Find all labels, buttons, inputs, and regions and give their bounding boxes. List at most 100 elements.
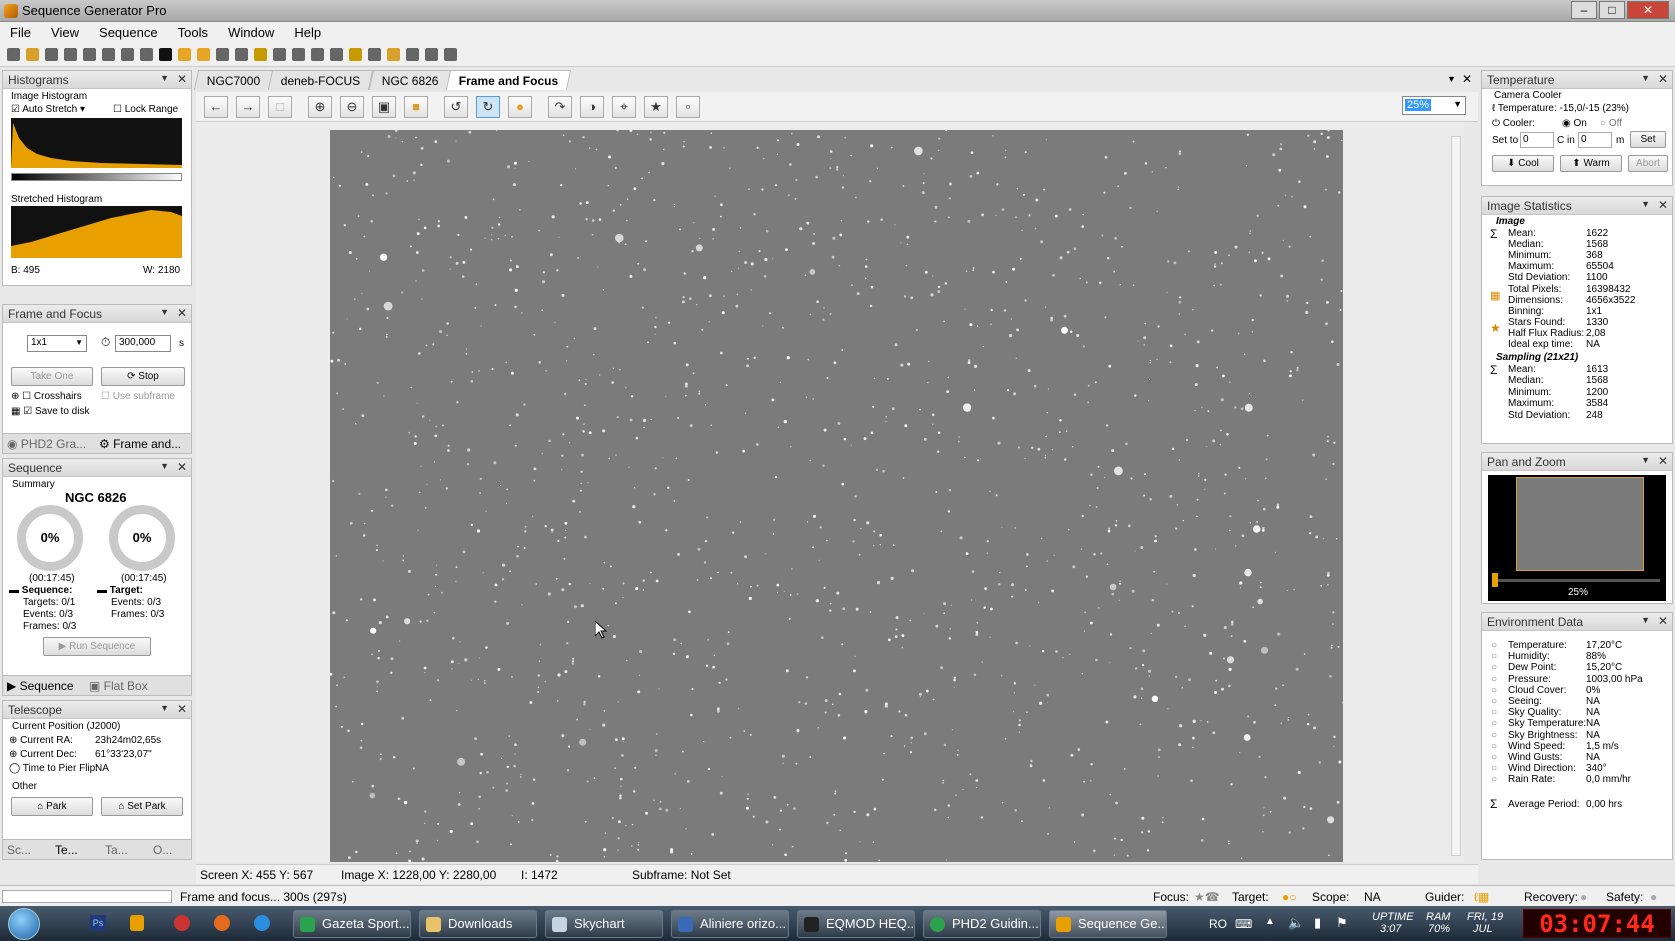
menu-window[interactable]: Window	[221, 22, 281, 43]
volume-icon[interactable]: 🔈	[1288, 915, 1304, 931]
clock-icon[interactable]	[330, 48, 343, 61]
take-one-button[interactable]: Take One	[11, 367, 93, 386]
contrast-icon[interactable]: ◑	[580, 96, 604, 118]
battery-icon[interactable]: ▮	[1314, 915, 1321, 931]
close-icon[interactable]: ✕	[177, 306, 187, 320]
tab-sequence[interactable]: ▶ Sequence	[7, 679, 74, 693]
sigma-icon[interactable]	[121, 48, 134, 61]
zoom-slider[interactable]	[1492, 579, 1660, 582]
warm-button[interactable]: ⬆ Warm	[1560, 155, 1622, 172]
run-sequence-button[interactable]: ▶ Run Sequence	[43, 637, 151, 656]
actual-size-icon[interactable]: ■	[404, 96, 428, 118]
tab-frame-and-focus[interactable]: Frame and Focus	[446, 70, 572, 90]
language-indicator[interactable]: RO	[1209, 917, 1227, 931]
telescope-icon[interactable]	[292, 48, 305, 61]
close-icon[interactable]: ✕	[1658, 198, 1668, 212]
tab-frame-focus[interactable]: ⚙ Frame and...	[99, 437, 181, 451]
close-icon[interactable]: ✕	[1658, 614, 1668, 628]
taskbar-sgp[interactable]: Sequence Ge...	[1049, 910, 1167, 938]
set-minutes-input[interactable]: 0	[1578, 132, 1612, 148]
play-icon[interactable]	[159, 48, 172, 61]
page-icon[interactable]: ▫	[676, 96, 700, 118]
zoom-in-icon[interactable]: ⊕	[308, 96, 332, 118]
rotator-icon[interactable]	[368, 48, 381, 61]
chart-icon[interactable]	[102, 48, 115, 61]
window-icon[interactable]: □	[268, 96, 292, 118]
tab-phd2[interactable]: ◉ PHD2 Gra...	[7, 437, 86, 451]
zoom-out-icon[interactable]: ⊖	[340, 96, 364, 118]
menu-help[interactable]: Help	[287, 22, 328, 43]
photoshop-icon[interactable]: Ps	[90, 915, 106, 931]
back-arrow-icon[interactable]: ←	[204, 96, 228, 118]
star-icon[interactable]: ★	[644, 96, 668, 118]
calendar-icon[interactable]	[83, 48, 96, 61]
tab-target[interactable]: Ta...	[105, 843, 128, 857]
pan-zoom-preview[interactable]: 25%	[1488, 475, 1666, 601]
menu-view[interactable]: View	[44, 22, 86, 43]
light-icon[interactable]	[349, 48, 362, 61]
zoom-select[interactable]: 25% ▼	[1402, 96, 1466, 115]
tab-telescope[interactable]: Te...	[55, 843, 78, 857]
open-icon[interactable]	[26, 48, 39, 61]
abort-button[interactable]: Abort	[1628, 155, 1668, 172]
set-temp-input[interactable]: 0	[1520, 132, 1554, 148]
thermometer-icon[interactable]	[273, 48, 286, 61]
taskbar-skychart[interactable]: Skychart	[545, 910, 663, 938]
cool-button[interactable]: ⬇ Cool	[1492, 155, 1554, 172]
flip-icon[interactable]: ●	[508, 96, 532, 118]
fit-icon[interactable]: ▣	[372, 96, 396, 118]
rotate-right-icon[interactable]: ↻	[476, 96, 500, 118]
tabs-dropdown-icon[interactable]: ▼	[1447, 74, 1456, 84]
crosshair-icon[interactable]: ⌖	[612, 96, 636, 118]
firefox-icon[interactable]	[214, 915, 230, 931]
maximize-button[interactable]: □	[1599, 1, 1625, 19]
rotate-left-icon[interactable]: ↺	[444, 96, 468, 118]
graph-icon[interactable]	[406, 48, 419, 61]
start-button[interactable]	[8, 908, 40, 940]
close-icon[interactable]: ✕	[1658, 454, 1668, 468]
forward-arrow-icon[interactable]: →	[236, 96, 260, 118]
keyboard-icon[interactable]: ⌨	[1235, 917, 1252, 931]
close-icon[interactable]: ✕	[177, 72, 187, 86]
search-icon[interactable]	[140, 48, 153, 61]
save-to-disk-checkbox[interactable]: ▦ ☑ Save to disk	[11, 406, 89, 417]
use-subframe-checkbox[interactable]: ☐ Use subframe	[101, 391, 175, 402]
tabs-close-icon[interactable]: ✕	[1462, 72, 1472, 86]
auto-stretch-checkbox[interactable]: ☑ Auto Stretch ▾	[11, 104, 85, 115]
taskbar-aliniere[interactable]: Aliniere orizo...	[671, 910, 789, 938]
lock-range-checkbox[interactable]: ☐ Lock Range	[113, 104, 178, 115]
save-icon[interactable]	[45, 48, 58, 61]
set-button[interactable]: Set	[1630, 131, 1666, 148]
close-icon[interactable]: ✕	[177, 702, 187, 716]
flag-icon[interactable]: ⚑	[1336, 915, 1348, 931]
chevron-down-icon[interactable]: ▼	[1641, 455, 1650, 465]
close-icon[interactable]: ✕	[1658, 72, 1668, 86]
box-icon[interactable]	[444, 48, 457, 61]
taskbar-gazeta[interactable]: Gazeta Sport...	[293, 910, 411, 938]
chevron-down-icon[interactable]: ▼	[1641, 199, 1650, 209]
digital-clock[interactable]: 03:07:44	[1523, 909, 1671, 938]
menu-sequence[interactable]: Sequence	[92, 22, 165, 43]
menu-tools[interactable]: Tools	[171, 22, 215, 43]
crosshairs-checkbox[interactable]: ⊕ ☐ Crosshairs	[11, 391, 82, 402]
pan-zoom-viewport[interactable]	[1516, 477, 1644, 571]
star-field-image[interactable]	[329, 128, 1344, 863]
mount-icon[interactable]	[311, 48, 324, 61]
tools-icon[interactable]	[64, 48, 77, 61]
tab-other[interactable]: O...	[153, 843, 172, 857]
tab-flat-box[interactable]: ▣ Flat Box	[89, 679, 148, 693]
tab-ngc6826[interactable]: NGC 6826	[368, 70, 452, 90]
sgp-pin-icon[interactable]	[130, 915, 144, 931]
chevron-down-icon[interactable]: ▼	[160, 703, 169, 713]
taskbar-downloads[interactable]: Downloads	[419, 910, 537, 938]
close-icon[interactable]: ✕	[177, 460, 187, 474]
home-icon[interactable]	[425, 48, 438, 61]
taskbar-eqmod[interactable]: EQMOD HEQ...	[797, 910, 915, 938]
chevron-down-icon[interactable]: ▼	[1641, 615, 1650, 625]
menu-file[interactable]: File	[3, 22, 38, 43]
new-icon[interactable]	[7, 48, 20, 61]
binning-select[interactable]: 1x1 ▼	[27, 335, 87, 352]
focuser-icon[interactable]	[235, 48, 248, 61]
vertical-scrollbar[interactable]	[1451, 136, 1461, 856]
minimize-button[interactable]: –	[1571, 1, 1597, 19]
